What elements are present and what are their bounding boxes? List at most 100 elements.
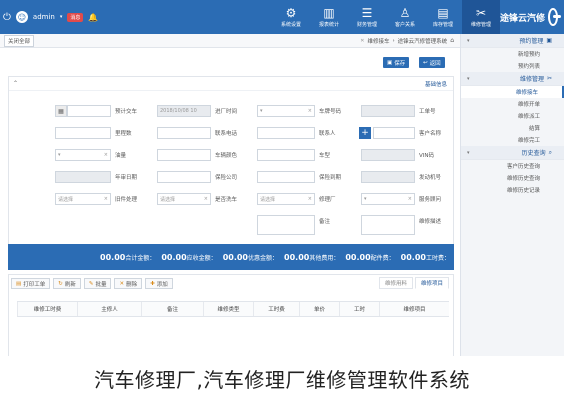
sidebar-item[interactable]: 维修派工: [461, 110, 564, 122]
summary-label: 配件费：: [370, 254, 395, 262]
app-logo[interactable]: 途锋云汽修: [500, 3, 561, 31]
close-all-button[interactable]: 关闭全部: [4, 34, 35, 47]
chevron-up-icon[interactable]: ⌃: [13, 80, 18, 87]
toolbar: ▣ 保存 ↩ 返回: [0, 54, 460, 70]
summary-item: 00.00其他费用：: [284, 253, 339, 262]
panel-header: ⌃ 基础信息: [9, 77, 453, 91]
calendar-icon[interactable]: ▦: [55, 105, 67, 117]
delete-button[interactable]: ✕ 删除: [114, 278, 143, 289]
module-reports[interactable]: ▥ 报表统计: [310, 0, 348, 34]
home-icon[interactable]: ⌂: [450, 37, 454, 44]
summary-label: 优惠金额：: [248, 254, 279, 262]
column-header[interactable]: 主修人: [77, 302, 141, 316]
username[interactable]: admin: [33, 13, 55, 21]
chevron-down-icon[interactable]: ▾: [60, 14, 63, 20]
repair-shop-select[interactable]: 请选择 ×: [257, 193, 315, 205]
form-row: 客户名称 + 联系人 联系电话 里程数: [9, 127, 455, 139]
message-badge[interactable]: 消息: [67, 12, 84, 22]
sidebar-section-repair[interactable]: ▾ 维修管理 ✂: [461, 72, 564, 86]
sidebar-item[interactable]: 维修历史记录: [461, 184, 564, 196]
contact-input[interactable]: [257, 127, 315, 139]
engine-no-input[interactable]: [361, 171, 415, 183]
button-label: 删除: [126, 281, 138, 288]
home-label[interactable]: 途锋云汽修管理系统: [398, 37, 448, 45]
clear-icon: ×: [307, 108, 312, 114]
column-header[interactable]: 维修项目: [379, 302, 449, 316]
tab-repair-materials[interactable]: 维修用料: [378, 277, 413, 289]
annual-inspect-input[interactable]: [55, 171, 111, 183]
sidebar-item[interactable]: 结算: [461, 122, 564, 134]
save-button[interactable]: ▣ 保存: [383, 57, 410, 68]
section-title: 历史查询: [521, 150, 546, 157]
module-settings[interactable]: ⚙ 系统设置: [272, 0, 310, 34]
fuel-select[interactable]: ▾ ×: [55, 149, 111, 161]
summary-item: 00.00优惠金额：: [223, 253, 278, 262]
avatar[interactable]: ☺: [15, 11, 28, 23]
customer-input[interactable]: [373, 127, 415, 139]
sidebar-item[interactable]: 新增预约: [461, 48, 564, 60]
column-header[interactable]: 维修类型: [203, 302, 253, 316]
form-row: 工单号 车牌号码 ▾ × 进厂时间 2018/10/08 10 预计交车 ▦: [9, 105, 455, 117]
remark-input[interactable]: [257, 215, 315, 235]
select-placeholder: 请选择: [160, 196, 176, 203]
chevron-down-icon: ▾: [467, 75, 470, 82]
button-label: 批量: [95, 281, 107, 288]
in-time-input[interactable]: 2018/10/08 10: [157, 105, 211, 117]
label-mileage: 里程数: [115, 131, 132, 137]
service-desc-input[interactable]: [361, 215, 415, 235]
module-repair-management[interactable]: ✂ 维修管理: [462, 0, 500, 34]
summary-item: 00.00配件费：: [345, 253, 394, 262]
module-label: 维修管理: [470, 21, 491, 28]
back-button[interactable]: ↩ 返回: [419, 57, 445, 68]
mileage-input[interactable]: [55, 127, 111, 139]
summary-item: 00.00应收金额：: [161, 253, 216, 262]
label-remark: 备注: [319, 219, 331, 225]
module-finance[interactable]: ☰ 财务管理: [348, 0, 386, 34]
sidebar-item[interactable]: 维修完工: [461, 134, 564, 146]
sidebar-item[interactable]: 客户历史查询: [461, 160, 564, 172]
print-order-button[interactable]: ▤ 打印工单: [11, 278, 51, 289]
plate-select[interactable]: ▾ ×: [257, 105, 315, 117]
wrench-icon: ✂: [475, 5, 487, 20]
model-input[interactable]: [257, 149, 315, 161]
module-inventory[interactable]: ▤ 库存管理: [424, 0, 462, 34]
close-icon[interactable]: ✕: [360, 38, 364, 44]
column-header[interactable]: 备注: [141, 302, 203, 316]
work-order-input[interactable]: [361, 105, 415, 117]
power-icon[interactable]: ⏻: [3, 12, 11, 23]
form-row: 发动机号 保险到期 保险公司 年审日期: [9, 171, 455, 183]
add-customer-button[interactable]: +: [359, 127, 371, 139]
sidebar-item[interactable]: 预约列表: [461, 60, 564, 72]
module-nav: ✂ 维修管理 ▤ 库存管理 ♙ 客户关系 ☰ 财务管理 ▥ 报表统计 ⚙ 系统设…: [272, 0, 500, 34]
car-wash-select[interactable]: 请选择 ×: [157, 193, 211, 205]
color-input[interactable]: [157, 149, 211, 161]
column-header[interactable]: 工时: [339, 302, 379, 316]
sidebar-item[interactable]: 维修开单: [461, 98, 564, 110]
sidebar-section-history[interactable]: ▾ 历史查询 ⌕: [461, 146, 564, 160]
est-delivery-input[interactable]: [67, 105, 111, 117]
insurance-company-input[interactable]: [157, 171, 211, 183]
vin-input[interactable]: [361, 149, 415, 161]
refresh-button[interactable]: ↻ 刷新: [53, 278, 81, 289]
service-advisor-select[interactable]: ▾ ×: [361, 193, 415, 205]
sidebar-section-appointment[interactable]: ▾ 预约管理 ▣: [461, 34, 564, 48]
module-label: 系统设置: [280, 21, 301, 28]
sidebar-item-active[interactable]: 维修接车: [461, 86, 564, 98]
clear-icon: ×: [103, 152, 108, 158]
batch-button[interactable]: ✎ 批量: [83, 278, 112, 289]
insurance-expire-input[interactable]: [257, 171, 315, 183]
label-contact: 联系人: [319, 131, 336, 137]
column-header[interactable]: 工时费: [253, 302, 299, 316]
column-header[interactable]: 维修工时费: [17, 302, 77, 316]
tab-repair-items[interactable]: 维修项目: [414, 277, 449, 289]
column-header[interactable]: 单价: [299, 302, 339, 316]
old-parts-select[interactable]: 请选择 ×: [55, 193, 111, 205]
chevron-down-icon: ▾: [58, 152, 61, 158]
module-customer[interactable]: ♙ 客户关系: [386, 0, 424, 34]
page-tab[interactable]: ✕ 维修接车 › 途锋云汽修管理系统 ⌂: [360, 37, 454, 45]
phone-input[interactable]: [157, 127, 211, 139]
bell-icon[interactable]: 🔔: [88, 13, 98, 22]
basic-info-panel: ⌃ 基础信息 工单号 车牌号码 ▾ × 进厂时间 2018/10/08 10 预计…: [8, 76, 454, 246]
sidebar-item[interactable]: 维修历史查询: [461, 172, 564, 184]
add-button[interactable]: ✚ 添加: [145, 278, 173, 289]
